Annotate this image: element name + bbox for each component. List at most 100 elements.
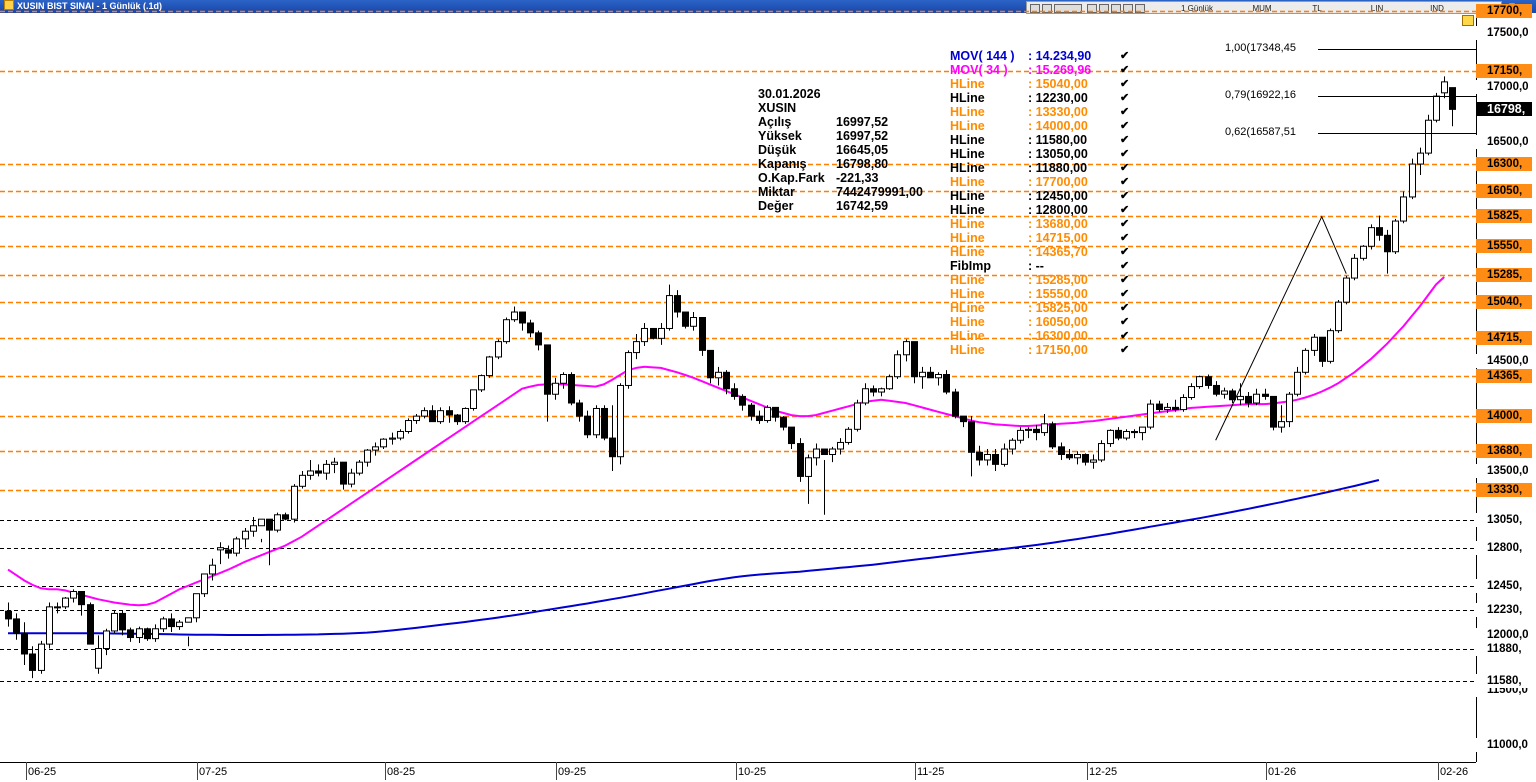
info-label: Miktar — [758, 185, 795, 199]
candle-body — [1107, 429, 1114, 445]
legend-visible-checkbox[interactable]: ✔ — [1120, 91, 1129, 105]
candle-body — [813, 448, 820, 459]
hline-price-label: 13050, — [1476, 513, 1532, 527]
legend-visible-checkbox[interactable]: ✔ — [1120, 301, 1129, 315]
hline-price-label: 16050, — [1476, 184, 1532, 198]
candle-body — [1147, 403, 1154, 428]
legend-name: HLine — [950, 329, 985, 343]
x-tick — [1438, 762, 1439, 780]
candle-body — [1115, 429, 1122, 439]
info-value: -221,33 — [836, 171, 879, 185]
legend-value: : -- — [1028, 259, 1044, 273]
candle-body — [723, 371, 730, 390]
candle-body — [609, 437, 616, 458]
legend-visible-checkbox[interactable]: ✔ — [1120, 161, 1129, 175]
candle-body — [446, 410, 453, 416]
candle-body — [29, 653, 36, 671]
candle-body — [1384, 234, 1391, 253]
legend-row: HLine: 15040,00 ✔ — [950, 77, 1140, 91]
legend-visible-checkbox[interactable]: ✔ — [1120, 287, 1129, 301]
legend-visible-checkbox[interactable]: ✔ — [1120, 133, 1129, 147]
legend-name: HLine — [950, 189, 985, 203]
candle-body — [682, 311, 689, 327]
x-tick-label: 01-26 — [1268, 766, 1297, 778]
candle-body — [1229, 390, 1236, 401]
candle-body — [111, 612, 118, 632]
hline-price-label: 12230, — [1476, 603, 1532, 617]
candle-body — [870, 388, 877, 393]
candle-body — [1449, 87, 1456, 110]
candle-body — [707, 349, 714, 379]
candle-body — [372, 446, 379, 451]
candle-body — [225, 549, 232, 554]
candle-body — [1302, 349, 1309, 373]
legend-visible-checkbox[interactable]: ✔ — [1120, 77, 1129, 91]
x-tick — [1266, 762, 1267, 780]
candle-body — [331, 461, 338, 465]
candle-body — [919, 371, 926, 378]
legend-visible-checkbox[interactable]: ✔ — [1120, 343, 1129, 357]
legend-row: HLine: 12230,00 ✔ — [950, 91, 1140, 105]
legend-visible-checkbox[interactable]: ✔ — [1120, 105, 1129, 119]
legend-visible-checkbox[interactable]: ✔ — [1120, 63, 1129, 77]
candle-body — [454, 414, 461, 423]
legend-row: HLine : 16300,00 ✔ — [950, 329, 1140, 343]
legend-visible-checkbox[interactable]: ✔ — [1120, 49, 1129, 63]
candle-body — [233, 538, 240, 554]
candle-body — [625, 352, 632, 386]
legend-visible-checkbox[interactable]: ✔ — [1120, 245, 1129, 259]
y-tick-label: 12000,0 — [1476, 628, 1532, 642]
legend-value: : 11580,00 — [1028, 133, 1088, 147]
legend-visible-checkbox[interactable]: ✔ — [1120, 147, 1129, 161]
candle-body — [87, 604, 94, 645]
legend-visible-checkbox[interactable]: ✔ — [1120, 273, 1129, 287]
candle-body — [1278, 421, 1285, 428]
legend-name: HLine — [950, 133, 985, 147]
hline-price-label: 11880, — [1476, 642, 1532, 656]
legend-visible-checkbox[interactable]: ✔ — [1120, 175, 1129, 189]
info-label: Düşük — [758, 143, 797, 157]
legend-visible-checkbox[interactable]: ✔ — [1120, 217, 1129, 231]
legend-row: HLine: 15550,00 ✔ — [950, 287, 1140, 301]
candle-body — [715, 371, 722, 379]
candle-body — [282, 514, 289, 520]
candle-body — [70, 591, 77, 599]
candle-body — [984, 454, 991, 461]
fib-label: 0,62(16587,51 — [1225, 126, 1296, 138]
legend-visible-checkbox[interactable]: ✔ — [1120, 329, 1129, 343]
candle-body — [943, 374, 950, 393]
legend-name: HLine — [950, 287, 985, 301]
legend-value: : 16300,00 — [1028, 329, 1088, 343]
legend-row: HLine: 15285,00 ✔ — [950, 273, 1140, 287]
hline-price-label: 12800, — [1476, 541, 1532, 555]
candle-body — [62, 597, 69, 608]
legend-row: HLine: 15825,00 ✔ — [950, 301, 1140, 315]
legend-row: HLine: 17150,00 ✔ — [950, 343, 1140, 357]
y-tick-label: 17000,0 — [1476, 80, 1532, 94]
candle-body — [119, 612, 126, 631]
legend-name: HLine — [950, 231, 985, 245]
candle-body — [13, 618, 20, 634]
legend-visible-checkbox[interactable]: ✔ — [1120, 231, 1129, 245]
candle-body — [658, 327, 665, 339]
candle-body — [1180, 397, 1187, 411]
candle-body — [176, 621, 183, 628]
candle-body — [1090, 459, 1097, 463]
legend-visible-checkbox[interactable]: ✔ — [1120, 259, 1129, 273]
candle-body — [690, 317, 697, 327]
x-tick-label: 10-25 — [738, 766, 767, 778]
candle-body — [1025, 428, 1032, 431]
legend-visible-checkbox[interactable]: ✔ — [1120, 203, 1129, 217]
legend-visible-checkbox[interactable]: ✔ — [1120, 119, 1129, 133]
candle-body — [1237, 395, 1244, 401]
candle-body — [1082, 454, 1089, 463]
legend-visible-checkbox[interactable]: ✔ — [1120, 189, 1129, 203]
info-value: 7442479991,00 — [836, 185, 923, 199]
legend-value: : 11880,00 — [1028, 161, 1088, 175]
legend-visible-checkbox[interactable]: ✔ — [1120, 315, 1129, 329]
hline-price-label: 16300, — [1476, 157, 1532, 171]
legend-value: : 17700,00 — [1028, 175, 1088, 189]
legend-row: HLine: 12450,00 ✔ — [950, 189, 1140, 203]
legend-row: HLine: 11880,00 ✔ — [950, 161, 1140, 175]
candle-body — [788, 426, 795, 445]
